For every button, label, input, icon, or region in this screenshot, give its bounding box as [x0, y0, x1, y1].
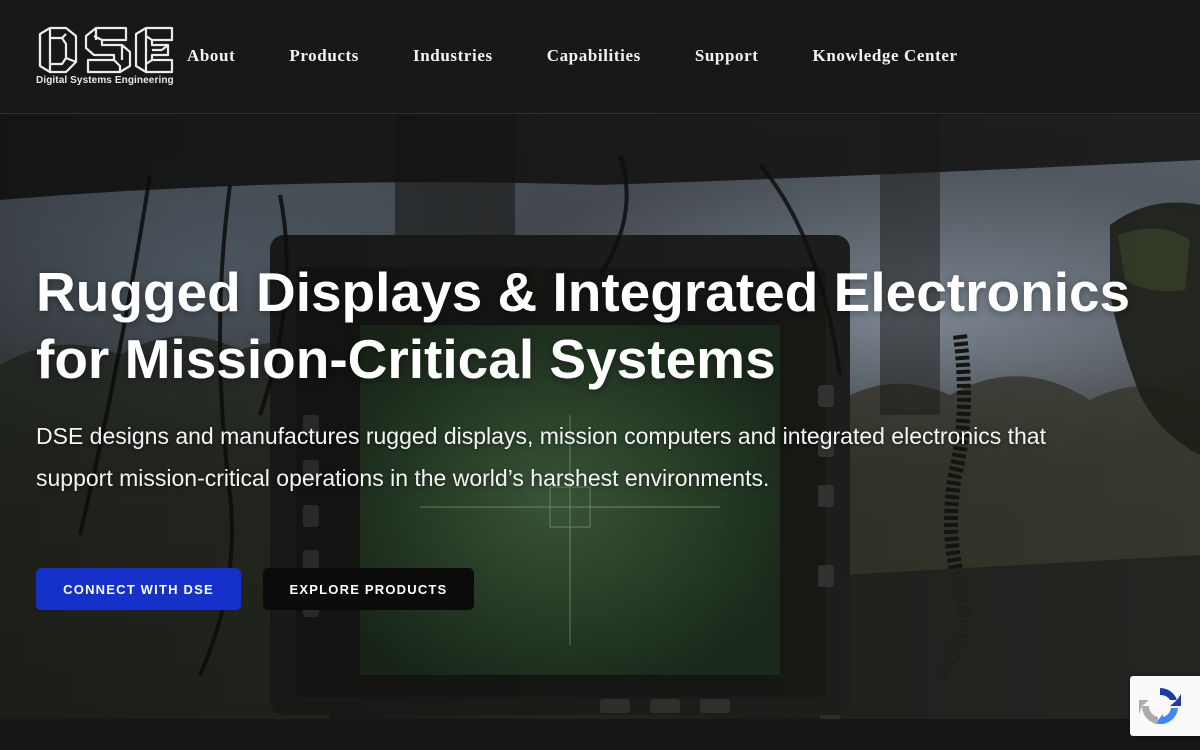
nav-item-knowledge-center[interactable]: Knowledge Center: [813, 46, 958, 68]
nav-item-capabilities[interactable]: Capabilities: [547, 46, 641, 68]
recaptcha-icon: [1139, 688, 1181, 724]
nav-item-industries[interactable]: Industries: [413, 46, 493, 68]
next-section-edge: [0, 719, 1200, 750]
explore-products-button[interactable]: EXPLORE PRODUCTS: [263, 568, 474, 610]
hero-description: DSE designs and manufactures rugged disp…: [36, 423, 1046, 491]
hero-section: Rugged Displays & Integrated Electronics…: [0, 115, 1200, 719]
recaptcha-badge[interactable]: [1130, 676, 1200, 736]
connect-with-dse-button[interactable]: CONNECT WITH DSE: [36, 568, 241, 610]
nav-item-products[interactable]: Products: [289, 46, 359, 68]
site-header: DSE Digital Systems Engineering About Pr…: [0, 0, 1200, 114]
main-nav: About Products Industries Capabilities S…: [187, 46, 958, 68]
nav-item-support[interactable]: Support: [695, 46, 759, 68]
dse-logo[interactable]: DSE Digital Systems Engineering: [36, 26, 176, 90]
logo-tagline: Digital Systems Engineering: [36, 75, 174, 86]
hero-title: Rugged Displays & Integrated Electronics…: [36, 261, 1131, 390]
dse-logo-icon: [38, 26, 174, 74]
nav-item-about[interactable]: About: [187, 46, 235, 68]
